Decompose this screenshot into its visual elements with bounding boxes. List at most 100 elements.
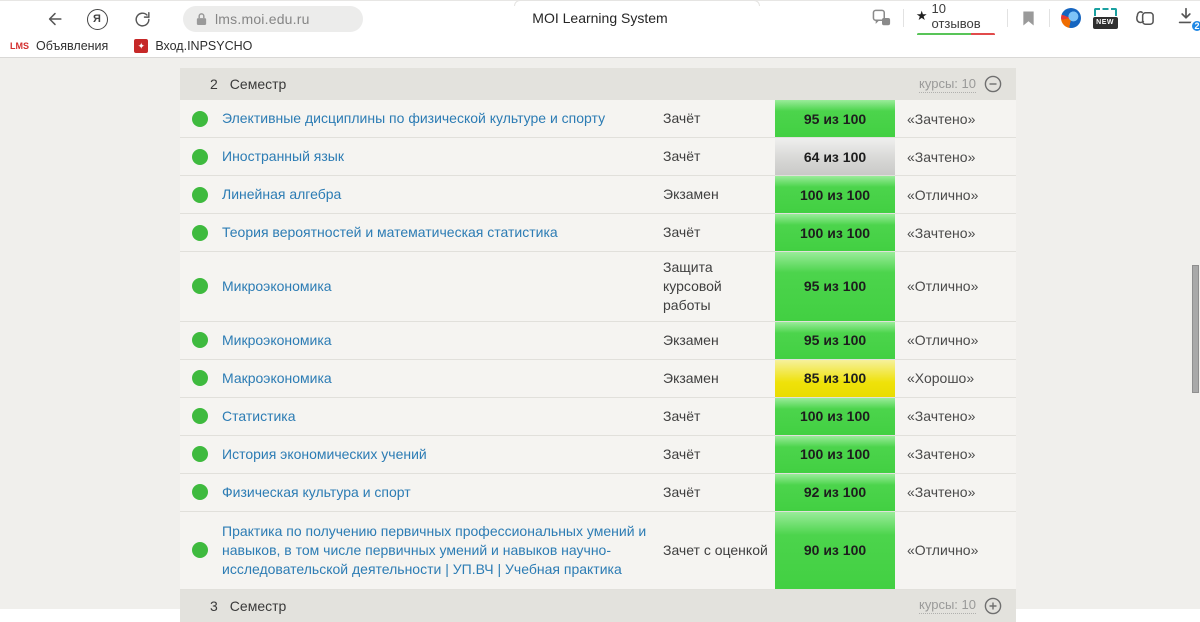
status-dot-icon xyxy=(192,225,208,241)
grade-text: «Отлично» xyxy=(895,332,1016,348)
table-row: Практика по получению первичных професси… xyxy=(180,512,1016,590)
status-cell xyxy=(180,176,222,213)
assessment-type: Защита курсовой работы xyxy=(663,252,775,321)
semester-label: Семестр xyxy=(230,76,287,92)
score-badge: 95 из 100 xyxy=(775,322,895,359)
refresh-button[interactable] xyxy=(129,6,155,32)
courses-count-link[interactable]: курсы: 10 xyxy=(919,597,976,614)
extension-globe-icon[interactable] xyxy=(1058,5,1083,31)
courses-count-link[interactable]: курсы: 10 xyxy=(919,76,976,93)
bookmark-item-inpsycho[interactable]: ✦ Вход.INPSYCHO xyxy=(134,39,252,53)
status-cell xyxy=(180,100,222,137)
expand-semester-button[interactable] xyxy=(984,597,1002,615)
status-cell xyxy=(180,252,222,321)
status-dot-icon xyxy=(192,484,208,500)
toolbar-separator xyxy=(1049,9,1050,27)
assessment-type: Зачёт xyxy=(663,141,775,172)
course-link[interactable]: Практика по получению первичных професси… xyxy=(222,516,663,585)
score-badge: 100 из 100 xyxy=(775,398,895,435)
semester-label: Семестр xyxy=(230,598,287,614)
course-link[interactable]: Теория вероятностей и математическая ста… xyxy=(222,217,663,248)
assessment-type: Зачёт xyxy=(663,103,775,134)
course-link[interactable]: Линейная алгебра xyxy=(222,179,663,210)
score-badge: 85 из 100 xyxy=(775,360,895,397)
new-badge: NEW xyxy=(1093,17,1118,29)
rows: Элективные дисциплины по физической куль… xyxy=(180,100,1016,590)
bookmarks-bar: LMS Объявления ✦ Вход.INPSYCHO xyxy=(0,35,1200,57)
grade-text: «Зачтено» xyxy=(895,225,1016,241)
score-badge: 100 из 100 xyxy=(775,176,895,213)
bookmark-label: Объявления xyxy=(36,39,108,53)
status-cell xyxy=(180,436,222,473)
grade-text: «Хорошо» xyxy=(895,370,1016,386)
browser-toolbar: MOI Learning System Я lms.moi.edu.ru ★ 1… xyxy=(0,1,1200,35)
status-cell xyxy=(180,322,222,359)
scrollbar-thumb[interactable] xyxy=(1192,265,1199,393)
semester-2-header: 2 Семестр курсы: 10 xyxy=(180,68,1016,100)
status-dot-icon xyxy=(192,278,208,294)
inpsycho-favicon: ✦ xyxy=(134,39,148,53)
course-link[interactable]: Микроэкономика xyxy=(222,325,663,356)
table-row: Макроэкономика Экзамен 85 из 100 «Хорошо… xyxy=(180,360,1016,398)
bookmark-item-announcements[interactable]: LMS Объявления xyxy=(10,39,108,53)
chat-bubbles-icon[interactable] xyxy=(870,5,895,31)
table-row: Иностранный язык Зачёт 64 из 100 «Зачтен… xyxy=(180,138,1016,176)
star-icon: ★ xyxy=(916,8,928,24)
grade-text: «Зачтено» xyxy=(895,149,1016,165)
address-bar[interactable]: lms.moi.edu.ru xyxy=(183,6,363,32)
table-row: Микроэкономика Защита курсовой работы 95… xyxy=(180,252,1016,322)
course-link[interactable]: Иностранный язык xyxy=(222,141,663,172)
course-link[interactable]: Статистика xyxy=(222,401,663,432)
gradebook-table: 2 Семестр курсы: 10 Элективные дисциплин… xyxy=(180,68,1016,622)
yandex-logo-icon: Я xyxy=(87,9,108,30)
bookmark-flag-icon xyxy=(1021,10,1036,27)
collapse-semester-button[interactable] xyxy=(984,75,1002,93)
lock-icon xyxy=(195,12,208,26)
status-dot-icon xyxy=(192,149,208,165)
status-dot-icon xyxy=(192,408,208,424)
grade-text: «Отлично» xyxy=(895,187,1016,203)
bookmark-button[interactable] xyxy=(1016,5,1041,31)
status-cell xyxy=(180,360,222,397)
marquee-icon xyxy=(1094,8,1117,16)
table-row: Теория вероятностей и математическая ста… xyxy=(180,214,1016,252)
table-row: Линейная алгебра Экзамен 100 из 100 «Отл… xyxy=(180,176,1016,214)
toolbar-right-icons: ★ 10 отзывов NEW xyxy=(870,1,1200,35)
yandex-home-button[interactable]: Я xyxy=(84,6,110,32)
grade-text: «Зачтено» xyxy=(895,484,1016,500)
table-row: Статистика Зачёт 100 из 100 «Зачтено» xyxy=(180,398,1016,436)
course-link[interactable]: Макроэкономика xyxy=(222,363,663,394)
downloads-count-badge: 2 xyxy=(1190,19,1200,33)
course-link[interactable]: Элективные дисциплины по физической куль… xyxy=(222,103,663,134)
semester-number: 3 xyxy=(210,598,218,614)
toolbar-separator xyxy=(1007,9,1008,27)
status-dot-icon xyxy=(192,187,208,203)
downloads-button[interactable]: 2 xyxy=(1175,5,1200,31)
score-badge: 95 из 100 xyxy=(775,252,895,321)
toolbar-separator xyxy=(903,9,904,27)
chrome-divider xyxy=(0,57,1200,58)
grade-text: «Отлично» xyxy=(895,278,1016,294)
table-row: Физическая культура и спорт Зачёт 92 из … xyxy=(180,474,1016,512)
score-badge: 95 из 100 xyxy=(775,100,895,137)
score-badge: 90 из 100 xyxy=(775,512,895,589)
back-button[interactable] xyxy=(42,6,68,32)
assessment-type: Зачёт xyxy=(663,477,775,508)
score-badge: 100 из 100 xyxy=(775,436,895,473)
page-content: 2 Семестр курсы: 10 Элективные дисциплин… xyxy=(0,58,1200,609)
reviews-label: 10 отзывов xyxy=(932,1,996,31)
status-cell xyxy=(180,474,222,511)
course-link[interactable]: Микроэкономика xyxy=(222,271,663,302)
collections-icon[interactable] xyxy=(1133,5,1158,31)
site-reviews-button[interactable]: ★ 10 отзывов xyxy=(916,1,995,36)
course-link[interactable]: Физическая культура и спорт xyxy=(222,477,663,508)
grade-text: «Зачтено» xyxy=(895,408,1016,424)
table-row: Элективные дисциплины по физической куль… xyxy=(180,100,1016,138)
refresh-icon xyxy=(133,10,152,29)
new-episodes-extension-icon[interactable]: NEW xyxy=(1093,8,1118,29)
url-text: lms.moi.edu.ru xyxy=(215,11,310,27)
plus-circle-icon xyxy=(984,597,1002,615)
bookmark-label: Вход.INPSYCHO xyxy=(155,39,252,53)
course-link[interactable]: История экономических учений xyxy=(222,439,663,470)
browser-chrome: MOI Learning System Я lms.moi.edu.ru ★ 1… xyxy=(0,0,1200,57)
